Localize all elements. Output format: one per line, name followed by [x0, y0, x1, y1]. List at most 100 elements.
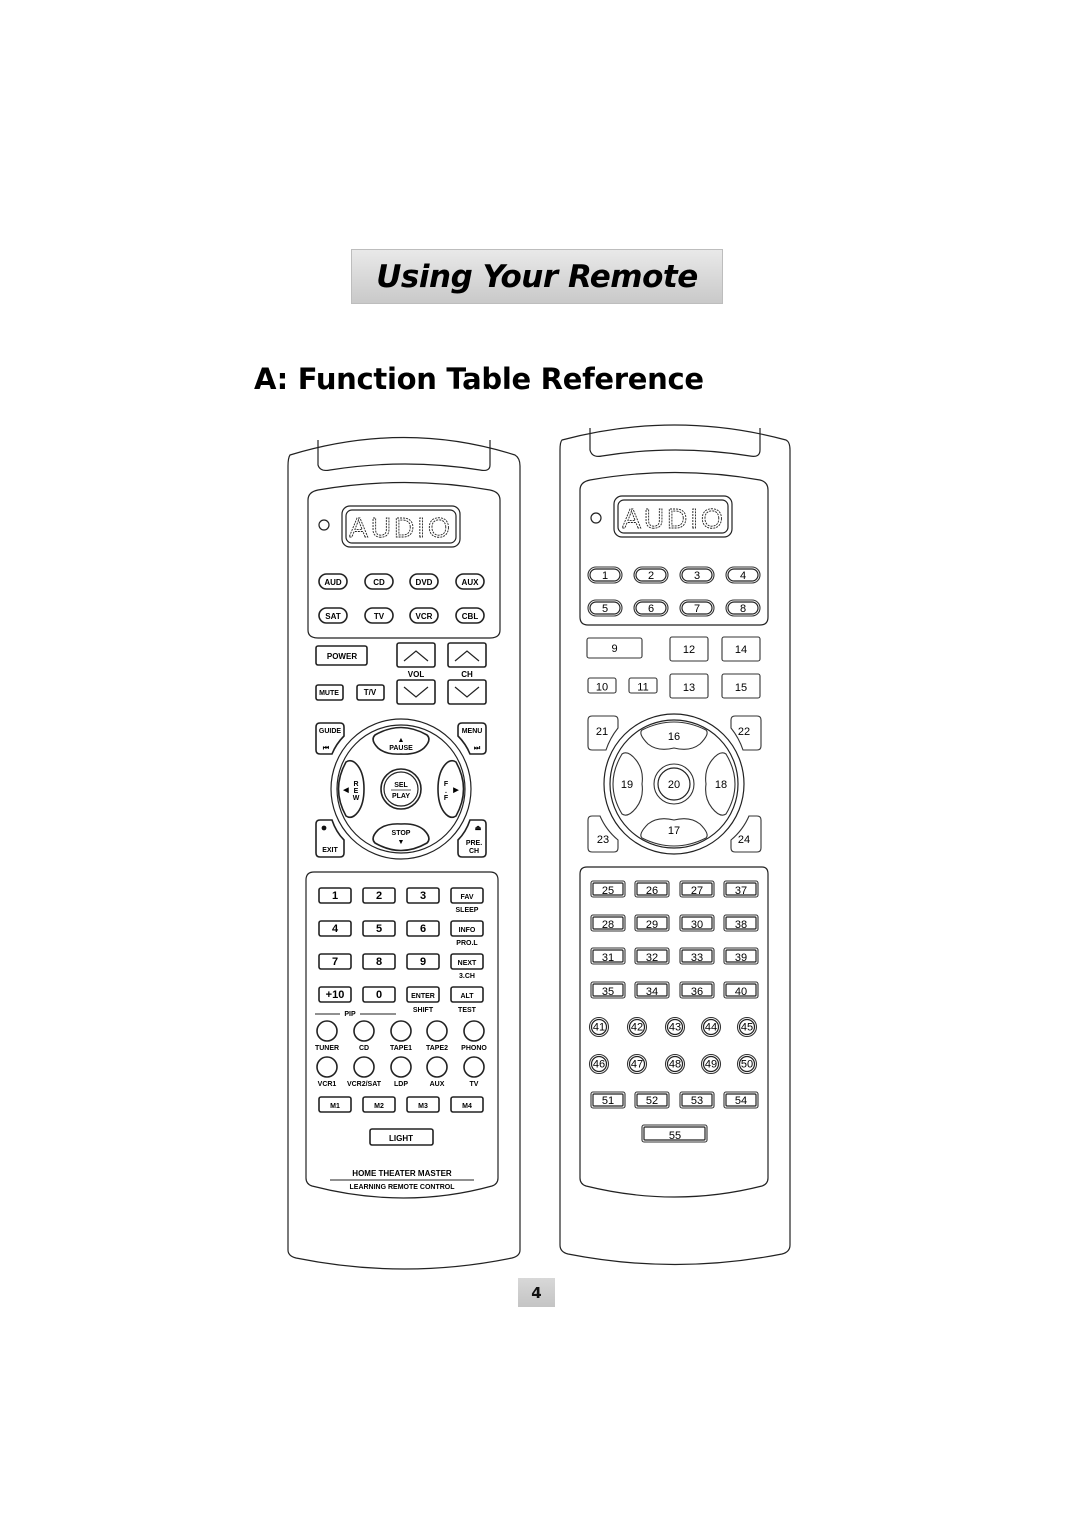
vol-down-button[interactable]: [396, 679, 436, 705]
func-button-45[interactable]: 45: [736, 1016, 758, 1038]
func-button-31[interactable]: 31: [590, 947, 626, 965]
func-button-4[interactable]: 4: [725, 566, 761, 584]
func-button-36[interactable]: 36: [679, 981, 715, 999]
func-button-41[interactable]: 41: [588, 1016, 610, 1038]
input-button-aux[interactable]: AUX: [426, 1056, 448, 1088]
guide-button[interactable]: GUIDE ⏮: [315, 722, 345, 755]
func-button-37[interactable]: 37: [723, 880, 759, 898]
func-button-55[interactable]: 55: [641, 1124, 708, 1143]
source-button-sat[interactable]: SAT: [318, 607, 348, 624]
keypad-button-7[interactable]: 7: [318, 953, 352, 970]
func-button-48[interactable]: 48: [664, 1053, 686, 1075]
func-button-54[interactable]: 54: [723, 1091, 759, 1109]
pause-up-button[interactable]: ▲PAUSE: [372, 726, 430, 755]
input-button-vcr2-sat[interactable]: VCR2/SAT: [347, 1056, 382, 1088]
func-button-1[interactable]: 1: [587, 566, 623, 584]
func-button-2[interactable]: 2: [633, 566, 669, 584]
keypad-button-5[interactable]: 5: [362, 920, 396, 937]
func-button-24[interactable]: 24: [730, 815, 762, 853]
macro-button-m1[interactable]: M1: [318, 1096, 352, 1113]
func-button-27[interactable]: 27: [679, 880, 715, 898]
keypad-button-0[interactable]: 0: [362, 986, 396, 1003]
keypad-button-9[interactable]: 9: [406, 953, 440, 970]
macro-button-m2[interactable]: M2: [362, 1096, 396, 1113]
func-button-29[interactable]: 29: [634, 914, 670, 932]
func-button-49[interactable]: 49: [700, 1053, 722, 1075]
func-button-25[interactable]: 25: [590, 880, 626, 898]
func-button-51[interactable]: 51: [590, 1091, 626, 1109]
func-button-14[interactable]: 14: [721, 636, 761, 662]
keypad-button-3[interactable]: 3: [406, 887, 440, 904]
func-button-30[interactable]: 30: [679, 914, 715, 932]
func-button-8[interactable]: 8: [725, 599, 761, 617]
func-button-53[interactable]: 53: [679, 1091, 715, 1109]
func-button-13[interactable]: 13: [669, 673, 709, 699]
macro-button-m4[interactable]: M4: [450, 1096, 484, 1113]
input-button-tape2[interactable]: TAPE2: [426, 1020, 448, 1052]
func-button-21[interactable]: 21: [587, 715, 619, 751]
prev-ch-button[interactable]: ⏏ PRE.CH: [457, 819, 487, 858]
source-button-dvd[interactable]: DVD: [409, 573, 439, 590]
func-button-43[interactable]: 43: [664, 1016, 686, 1038]
keypad-button-8[interactable]: 8: [362, 953, 396, 970]
keypad-button-alt[interactable]: ALT: [450, 986, 484, 1003]
source-button-vcr[interactable]: VCR: [409, 607, 439, 624]
func-button-19[interactable]: 19: [612, 752, 643, 816]
func-button-11[interactable]: 11: [628, 677, 658, 694]
vol-up-button[interactable]: [396, 642, 436, 668]
input-button-phono[interactable]: PHONO: [461, 1020, 487, 1052]
func-button-33[interactable]: 33: [679, 947, 715, 965]
source-button-tv[interactable]: TV: [364, 607, 394, 624]
func-button-5[interactable]: 5: [587, 599, 623, 617]
func-button-38[interactable]: 38: [723, 914, 759, 932]
menu-button[interactable]: MENU ⏭: [457, 722, 487, 755]
func-button-34[interactable]: 34: [634, 981, 670, 999]
func-button-44[interactable]: 44: [700, 1016, 722, 1038]
source-button-cbl[interactable]: CBL: [455, 607, 485, 624]
func-button-12[interactable]: 12: [669, 636, 709, 662]
keypad-button-enter[interactable]: ENTER: [406, 986, 440, 1003]
func-button-52[interactable]: 52: [634, 1091, 670, 1109]
func-button-22[interactable]: 22: [730, 715, 762, 751]
func-button-20[interactable]: 20: [653, 763, 695, 805]
func-button-28[interactable]: 28: [590, 914, 626, 932]
light-button[interactable]: LIGHT: [369, 1128, 434, 1146]
func-button-39[interactable]: 39: [723, 947, 759, 965]
func-button-16[interactable]: 16: [640, 721, 708, 750]
func-button-7[interactable]: 7: [679, 599, 715, 617]
input-button-vcr1[interactable]: VCR1: [316, 1056, 338, 1088]
func-button-50[interactable]: 50: [736, 1053, 758, 1075]
keypad-button-1[interactable]: 1: [318, 887, 352, 904]
ch-down-button[interactable]: [447, 679, 487, 705]
func-button-9[interactable]: 9: [586, 637, 643, 659]
power-button[interactable]: POWER: [315, 645, 368, 666]
keypad-button-6[interactable]: 6: [406, 920, 440, 937]
stop-down-button[interactable]: STOP ▼: [372, 823, 430, 852]
input-button-cd[interactable]: CD: [353, 1020, 375, 1052]
source-button-aud[interactable]: AUD: [318, 573, 348, 590]
func-button-47[interactable]: 47: [626, 1053, 648, 1075]
func-button-3[interactable]: 3: [679, 566, 715, 584]
exit-button[interactable]: EXIT: [315, 819, 345, 858]
func-button-26[interactable]: 26: [634, 880, 670, 898]
func-button-10[interactable]: 10: [587, 677, 617, 694]
tv-video-button[interactable]: T/V: [356, 684, 385, 701]
func-button-40[interactable]: 40: [723, 981, 759, 999]
keypad-button-next[interactable]: NEXT: [450, 953, 484, 970]
func-button-23[interactable]: 23: [587, 815, 619, 853]
keypad-button-2[interactable]: 2: [362, 887, 396, 904]
ch-up-button[interactable]: [447, 642, 487, 668]
source-button-aux[interactable]: AUX: [455, 573, 485, 590]
input-button-tuner[interactable]: TUNER: [315, 1020, 339, 1052]
input-button-tape1[interactable]: TAPE1: [390, 1020, 412, 1052]
mute-button[interactable]: MUTE: [315, 684, 344, 701]
func-button-6[interactable]: 6: [633, 599, 669, 617]
func-button-35[interactable]: 35: [590, 981, 626, 999]
sel-play-button[interactable]: SEL PLAY: [380, 768, 422, 810]
func-button-32[interactable]: 32: [634, 947, 670, 965]
func-button-18[interactable]: 18: [705, 752, 736, 816]
ff-right-button[interactable]: ▶F.F: [437, 759, 465, 819]
keypad-button-4[interactable]: 4: [318, 920, 352, 937]
func-button-46[interactable]: 46: [588, 1053, 610, 1075]
input-button-ldp[interactable]: LDP: [390, 1056, 412, 1088]
